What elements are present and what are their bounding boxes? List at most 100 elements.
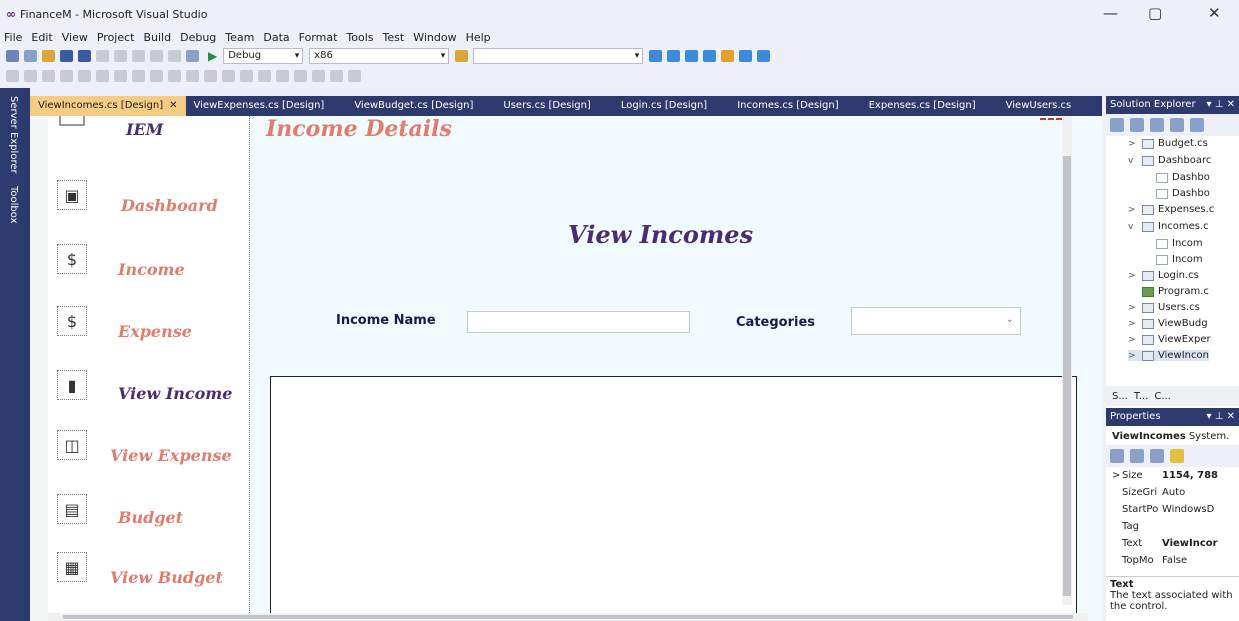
collapse-all-icon[interactable] <box>1170 118 1184 132</box>
form-content-panel[interactable]: Income Details View Incomes Income Name … <box>250 116 1102 621</box>
pin-close-icons[interactable]: ▾ ⊥ ✕ <box>1207 408 1235 426</box>
menu-file[interactable]: File <box>4 31 22 44</box>
menu-help[interactable]: Help <box>466 31 491 44</box>
tree-item[interactable]: Dashbo <box>1156 188 1210 199</box>
find-in-files-icon[interactable] <box>455 50 469 62</box>
align-tops-icon[interactable] <box>78 70 91 82</box>
toolbar-options-icon[interactable] <box>757 50 771 62</box>
tab-viewexpenses-design[interactable]: ViewExpenses.cs [Design] <box>186 96 333 116</box>
open-folder-icon[interactable] <box>42 50 55 62</box>
maximize-button[interactable]: ▢ <box>1148 4 1162 22</box>
scrollbar-thumb[interactable] <box>1063 156 1071 596</box>
tab-viewusers[interactable]: ViewUsers.cs <box>998 96 1080 116</box>
increase-spacing-icon[interactable] <box>222 70 235 82</box>
menu-window[interactable]: Window <box>413 31 456 44</box>
property-row[interactable]: > Size 1154, 788 <box>1106 467 1239 484</box>
tab-users-design[interactable]: Users.cs [Design] <box>495 96 598 116</box>
start-page-icon[interactable] <box>739 50 753 62</box>
tab-class-view[interactable]: C... <box>1154 391 1171 402</box>
center-horizontally-icon[interactable] <box>276 70 289 82</box>
form-sidebar-panel[interactable]: IEM ▣ Dashboard $ Income $ Expense ▮ Vie… <box>48 116 250 621</box>
properties-object-select[interactable]: ViewIncomes System. <box>1106 428 1239 445</box>
close-button[interactable]: ✕ <box>1208 4 1221 22</box>
refresh-icon[interactable] <box>1150 118 1164 132</box>
bring-to-front-icon[interactable] <box>312 70 325 82</box>
tab-viewbudget-design[interactable]: ViewBudget.cs [Design] <box>346 96 481 116</box>
menu-view[interactable]: View <box>62 31 88 44</box>
solution-explorer-icon[interactable] <box>649 50 663 62</box>
property-row[interactable]: SizeGri Auto <box>1106 484 1239 501</box>
nav-view-expense[interactable]: ◫ View Expense <box>48 428 250 478</box>
events-icon[interactable] <box>1170 449 1184 463</box>
nav-income[interactable]: $ Income <box>48 242 250 292</box>
tree-item[interactable]: v Dashboarc <box>1128 155 1211 166</box>
make-same-width-icon[interactable] <box>132 70 145 82</box>
tab-expenses-design[interactable]: Expenses.cs [Design] <box>861 96 984 116</box>
make-same-size-icon[interactable] <box>168 70 181 82</box>
tab-viewincomes-design[interactable]: ViewIncomes.cs [Design] ✕ <box>30 96 186 116</box>
save-icon[interactable] <box>60 50 73 62</box>
alphabetical-icon[interactable] <box>1130 449 1144 463</box>
scrollbar-thumb[interactable] <box>63 615 1073 619</box>
tree-item[interactable]: Incom <box>1156 238 1203 249</box>
object-browser-icon[interactable] <box>685 50 699 62</box>
align-middles-icon[interactable] <box>96 70 109 82</box>
save-all-icon[interactable] <box>78 50 91 62</box>
menu-format[interactable]: Format <box>299 31 338 44</box>
find-combo[interactable] <box>473 48 644 64</box>
decrease-spacing-icon[interactable] <box>240 70 253 82</box>
send-to-back-icon[interactable] <box>330 70 343 82</box>
start-debug-icon[interactable]: ▶ <box>208 49 217 63</box>
cut-icon[interactable] <box>96 50 109 62</box>
menu-build[interactable]: Build <box>143 31 171 44</box>
nav-view-budget[interactable]: ▦ View Budget <box>48 552 250 602</box>
menu-team[interactable]: Team <box>225 31 254 44</box>
align-to-grid-icon[interactable] <box>6 70 19 82</box>
tree-item[interactable]: > Login.cs <box>1128 270 1199 281</box>
tree-item[interactable]: Dashbo <box>1156 172 1210 183</box>
menu-project[interactable]: Project <box>97 31 135 44</box>
menu-edit[interactable]: Edit <box>31 31 52 44</box>
tab-team-explorer[interactable]: T... <box>1134 391 1148 402</box>
home-icon[interactable] <box>1110 118 1124 132</box>
align-bottoms-icon[interactable] <box>114 70 127 82</box>
income-name-input[interactable] <box>467 311 690 333</box>
form-designer[interactable]: IEM ▣ Dashboard $ Income $ Expense ▮ Vie… <box>30 116 1102 621</box>
make-same-height-icon[interactable] <box>150 70 163 82</box>
property-row[interactable]: Text ViewIncor <box>1106 535 1239 552</box>
size-to-grid-icon[interactable] <box>186 70 199 82</box>
new-project-icon[interactable] <box>6 50 19 62</box>
tree-item-selected[interactable]: > ViewIncon <box>1128 350 1209 361</box>
tree-item[interactable]: v Incomes.c <box>1128 221 1209 232</box>
align-lefts-icon[interactable] <box>24 70 37 82</box>
align-rights-icon[interactable] <box>60 70 73 82</box>
show-all-files-icon[interactable] <box>1190 118 1204 132</box>
categories-select[interactable]: ⌄ <box>851 307 1021 335</box>
close-tab-icon[interactable]: ✕ <box>169 100 177 111</box>
nav-expense[interactable]: $ Expense <box>48 304 250 354</box>
extensions-icon[interactable] <box>721 50 735 62</box>
minimize-button[interactable]: — <box>1103 4 1118 22</box>
add-item-icon[interactable] <box>24 50 37 62</box>
configuration-select[interactable]: Debug <box>223 48 304 64</box>
nav-budget[interactable]: ▤ Budget <box>48 492 250 542</box>
menu-debug[interactable]: Debug <box>180 31 216 44</box>
copy-icon[interactable] <box>114 50 127 62</box>
tab-incomes-design[interactable]: Incomes.cs [Design] <box>729 96 846 116</box>
align-centers-icon[interactable] <box>42 70 55 82</box>
property-row[interactable]: Tag <box>1106 518 1239 535</box>
vertical-spacing-icon[interactable] <box>258 70 271 82</box>
tree-item[interactable]: > ViewBudg <box>1128 318 1208 329</box>
redo-icon[interactable] <box>168 50 181 62</box>
designer-horizontal-scrollbar[interactable] <box>48 613 1088 621</box>
navigate-icon[interactable] <box>186 50 199 62</box>
sync-icon[interactable] <box>1130 118 1144 132</box>
tree-item[interactable]: > ViewExper <box>1128 334 1211 345</box>
undo-icon[interactable] <box>150 50 163 62</box>
toolbox-icon[interactable] <box>703 50 717 62</box>
tree-item[interactable]: > Budget.cs <box>1128 138 1208 149</box>
paste-icon[interactable] <box>132 50 145 62</box>
property-row[interactable]: TopMo False <box>1106 552 1239 569</box>
nav-view-income[interactable]: ▮ View Income <box>48 368 250 418</box>
pin-close-icons[interactable]: ▾ ⊥ ✕ <box>1207 96 1235 114</box>
